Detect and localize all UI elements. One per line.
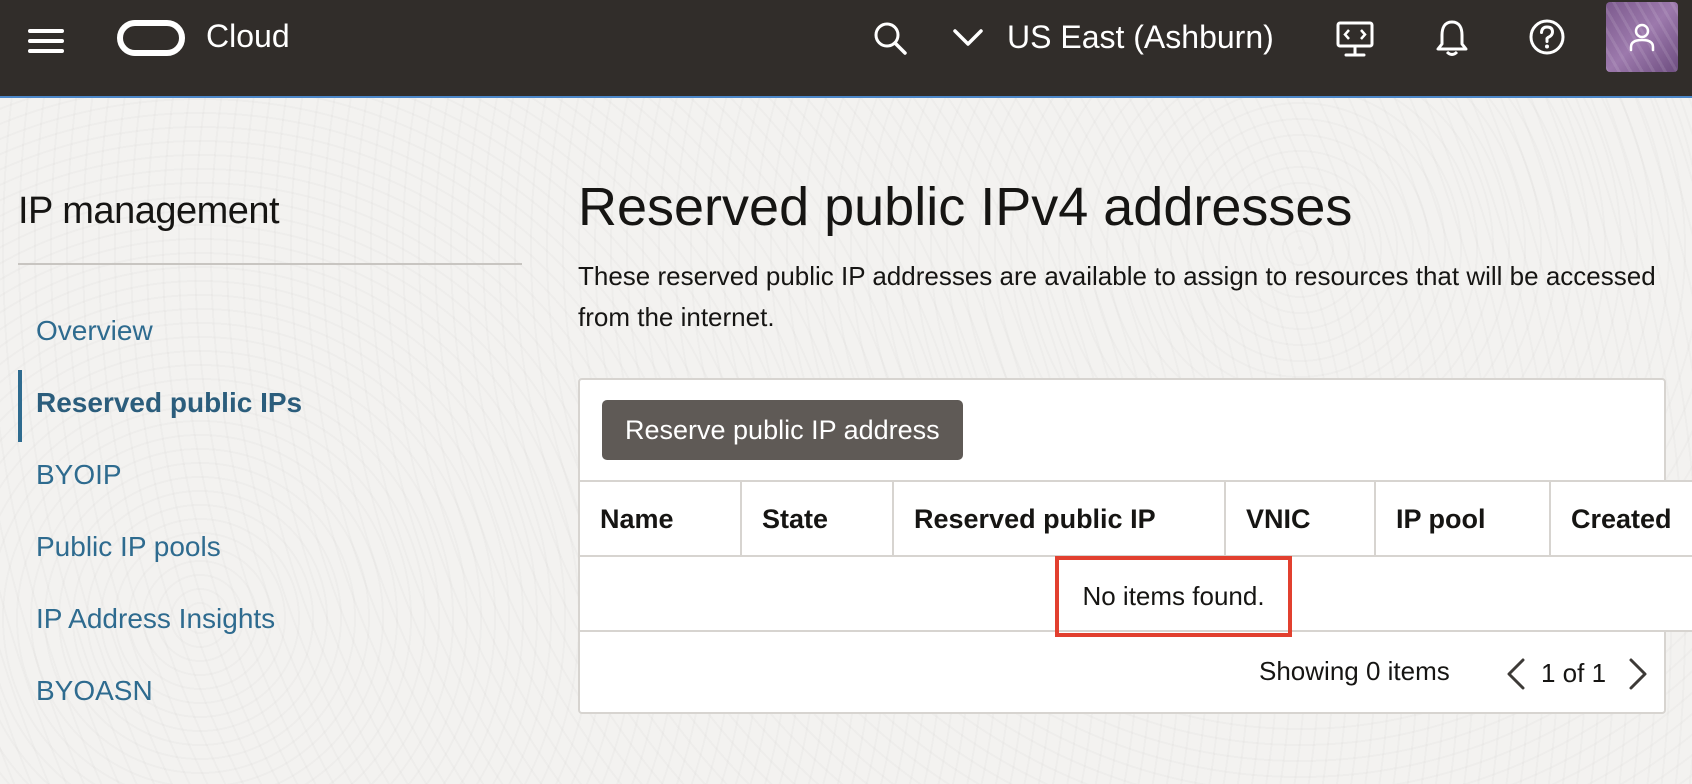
sidebar-item-byoip[interactable]: BYOIP: [18, 442, 522, 514]
page-description: These reserved public IP addresses are a…: [578, 261, 1656, 332]
chevron-down-icon[interactable]: [952, 26, 984, 48]
brand-label[interactable]: Cloud: [206, 18, 290, 55]
cloud-shell-icon[interactable]: [1336, 20, 1374, 58]
table-footer: Showing 0 items 1 of 1: [580, 632, 1664, 712]
sidebar-item-reserved-public-ips[interactable]: Reserved public IPs: [18, 370, 522, 442]
column-header-state[interactable]: State: [742, 482, 894, 557]
sidebar-nav: Overview Reserved public IPs BYOIP Publi…: [18, 298, 522, 730]
help-icon[interactable]: [1528, 18, 1566, 56]
previous-page-icon[interactable]: [1501, 656, 1531, 692]
search-icon[interactable]: [872, 20, 908, 56]
column-header-created[interactable]: Created: [1551, 482, 1692, 557]
sidebar-divider: [18, 263, 522, 265]
next-page-icon[interactable]: [1623, 656, 1653, 692]
region-selector[interactable]: US East (Ashburn): [1007, 19, 1274, 56]
oracle-logo-icon[interactable]: [117, 20, 185, 56]
table-header-row: Name State Reserved public IP VNIC IP po…: [580, 480, 1692, 557]
empty-message: No items found.: [1055, 556, 1292, 637]
item-count: Showing 0 items: [1259, 656, 1450, 686]
avatar[interactable]: [1606, 2, 1678, 72]
bell-icon[interactable]: [1434, 18, 1470, 58]
user-icon: [1629, 23, 1655, 52]
sidebar-item-ip-address-insights[interactable]: IP Address Insights: [18, 586, 522, 658]
column-header-vnic[interactable]: VNIC: [1226, 482, 1376, 557]
reserved-ips-table-panel: Reserve public IP address Name State Res…: [578, 378, 1692, 714]
sidebar-item-byoasn[interactable]: BYOASN: [18, 658, 522, 730]
column-header-reserved-public-ip[interactable]: Reserved public IP: [894, 482, 1226, 557]
page-indicator: 1 of 1: [1541, 658, 1607, 688]
column-header-name[interactable]: Name: [580, 482, 742, 557]
sidebar-title: IP management: [18, 190, 280, 232]
column-header-ip-pool[interactable]: IP pool: [1376, 482, 1551, 557]
sidebar-item-overview[interactable]: Overview: [18, 298, 522, 370]
sidebar-item-public-ip-pools[interactable]: Public IP pools: [18, 514, 522, 586]
reserve-public-ip-button[interactable]: Reserve public IP address: [602, 400, 963, 460]
page-title: Reserved public IPv4 addresses: [578, 177, 1353, 237]
table-empty-row: No items found.: [580, 556, 1692, 637]
menu-icon[interactable]: [28, 26, 64, 56]
top-navigation-bar: Cloud US East (Ashburn): [0, 0, 1692, 98]
